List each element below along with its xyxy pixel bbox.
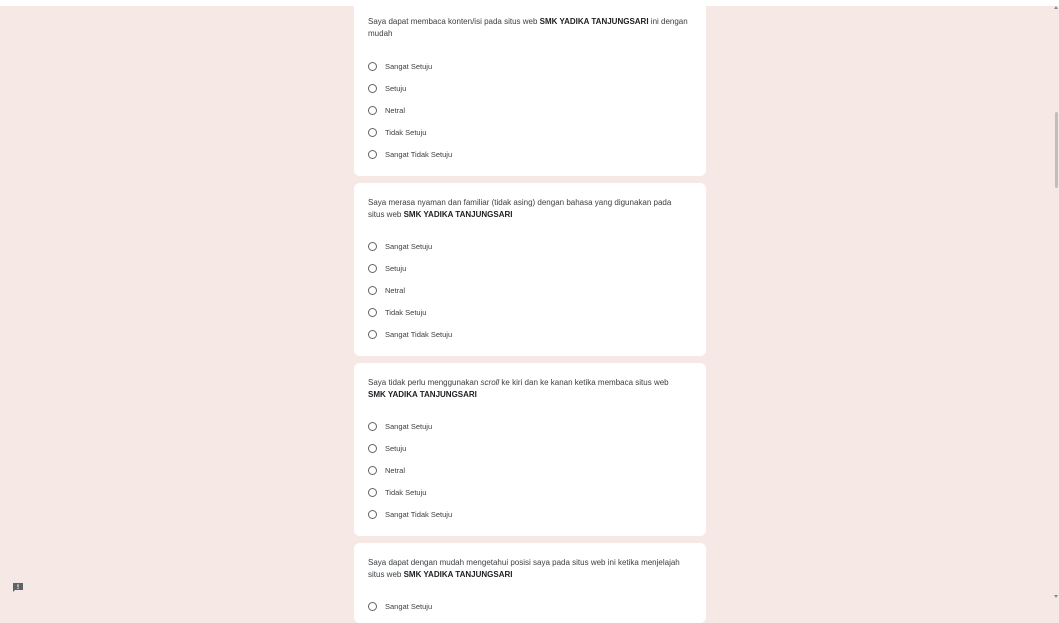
option-label: Tidak Setuju [385,127,427,137]
radio-button[interactable] [368,443,377,453]
radio-button[interactable] [368,421,377,431]
option-label: Sangat Tidak Setuju [385,329,453,339]
school-name: SMK YADIKA TANJUNGSARI [539,17,649,26]
option-tidak-setuju[interactable]: Tidak Setuju [368,481,452,503]
radio-button[interactable] [368,263,377,273]
question-text-3: Saya tidak perlu menggunakan scroll ke k… [368,378,669,399]
page-scrollbar[interactable] [1054,0,1059,604]
question-text-2: Saya merasa nyaman dan familiar (tidak a… [368,198,672,219]
options-list-2: Sangat Setuju Setuju Netral Tidak Setuju… [368,235,452,345]
option-sangat-tidak-setuju[interactable]: Sangat Tidak Setuju [368,323,452,345]
option-label: Tidak Setuju [385,307,427,317]
option-sangat-setuju[interactable]: Sangat Setuju [368,415,452,437]
radio-button[interactable] [368,509,377,519]
option-label: Sangat Setuju [385,421,433,431]
option-label: Netral [385,105,406,115]
option-sangat-tidak-setuju[interactable]: Sangat Tidak Setuju [368,143,452,165]
school-name: SMK YADIKA TANJUNGSARI [368,390,477,399]
radio-button[interactable] [368,61,377,71]
radio-button[interactable] [368,241,377,251]
option-setuju[interactable]: Setuju [368,77,452,99]
radio-button[interactable] [368,285,377,295]
school-name: SMK YADIKA TANJUNGSARI [403,210,513,219]
question-card-1: Saya dapat membaca konten/isi pada situs… [354,0,706,176]
radio-button[interactable] [368,601,377,611]
option-label: Sangat Setuju [385,61,433,71]
radio-button[interactable] [368,329,377,339]
radio-button[interactable] [368,465,377,475]
option-netral[interactable]: Netral [368,279,452,301]
option-label: Setuju [385,263,407,273]
option-label: Setuju [385,443,407,453]
option-label: Sangat Setuju [385,241,433,251]
option-setuju[interactable]: Setuju [368,437,452,459]
option-label: Netral [385,285,406,295]
question-card-3: Saya tidak perlu menggunakan scroll ke k… [354,363,706,536]
radio-button[interactable] [368,307,377,317]
option-sangat-tidak-setuju[interactable]: Sangat Tidak Setuju [368,503,452,525]
options-list-1: Sangat Setuju Setuju Netral Tidak Setuju… [368,55,452,165]
options-list-3: Sangat Setuju Setuju Netral Tidak Setuju… [368,415,452,525]
option-setuju[interactable]: Setuju [368,257,452,279]
option-tidak-setuju[interactable]: Tidak Setuju [368,301,452,323]
option-label: Sangat Tidak Setuju [385,509,453,519]
options-list-4: Sangat Setuju [368,595,432,617]
option-netral[interactable]: Netral [368,99,452,121]
feedback-icon[interactable] [12,580,24,592]
option-label: Sangat Setuju [385,601,433,611]
question-card-2: Saya merasa nyaman dan familiar (tidak a… [354,183,706,356]
scroll-term: scroll [480,378,500,387]
radio-button[interactable] [368,149,377,159]
option-tidak-setuju[interactable]: Tidak Setuju [368,121,452,143]
feedback-icon-svg [13,583,23,592]
option-label: Tidak Setuju [385,487,427,497]
school-name: SMK YADIKA TANJUNGSARI [403,570,513,579]
radio-button[interactable] [368,83,377,93]
option-label: Netral [385,465,406,475]
option-label: Setuju [385,83,407,93]
question-text-4: Saya dapat dengan mudah mengetahui posis… [368,558,680,579]
scroll-down-icon[interactable] [1054,595,1058,598]
question-text-1: Saya dapat membaca konten/isi pada situs… [368,17,688,38]
radio-button[interactable] [368,127,377,137]
option-sangat-setuju[interactable]: Sangat Setuju [368,235,452,257]
option-label: Sangat Tidak Setuju [385,149,453,159]
option-sangat-setuju[interactable]: Sangat Setuju [368,55,452,77]
option-sangat-setuju[interactable]: Sangat Setuju [368,595,432,617]
radio-button[interactable] [368,487,377,497]
scroll-thumb[interactable] [1055,112,1058,188]
option-netral[interactable]: Netral [368,459,452,481]
question-card-4: Saya dapat dengan mudah mengetahui posis… [354,543,706,623]
radio-button[interactable] [368,105,377,115]
scroll-up-icon[interactable] [1054,6,1058,9]
